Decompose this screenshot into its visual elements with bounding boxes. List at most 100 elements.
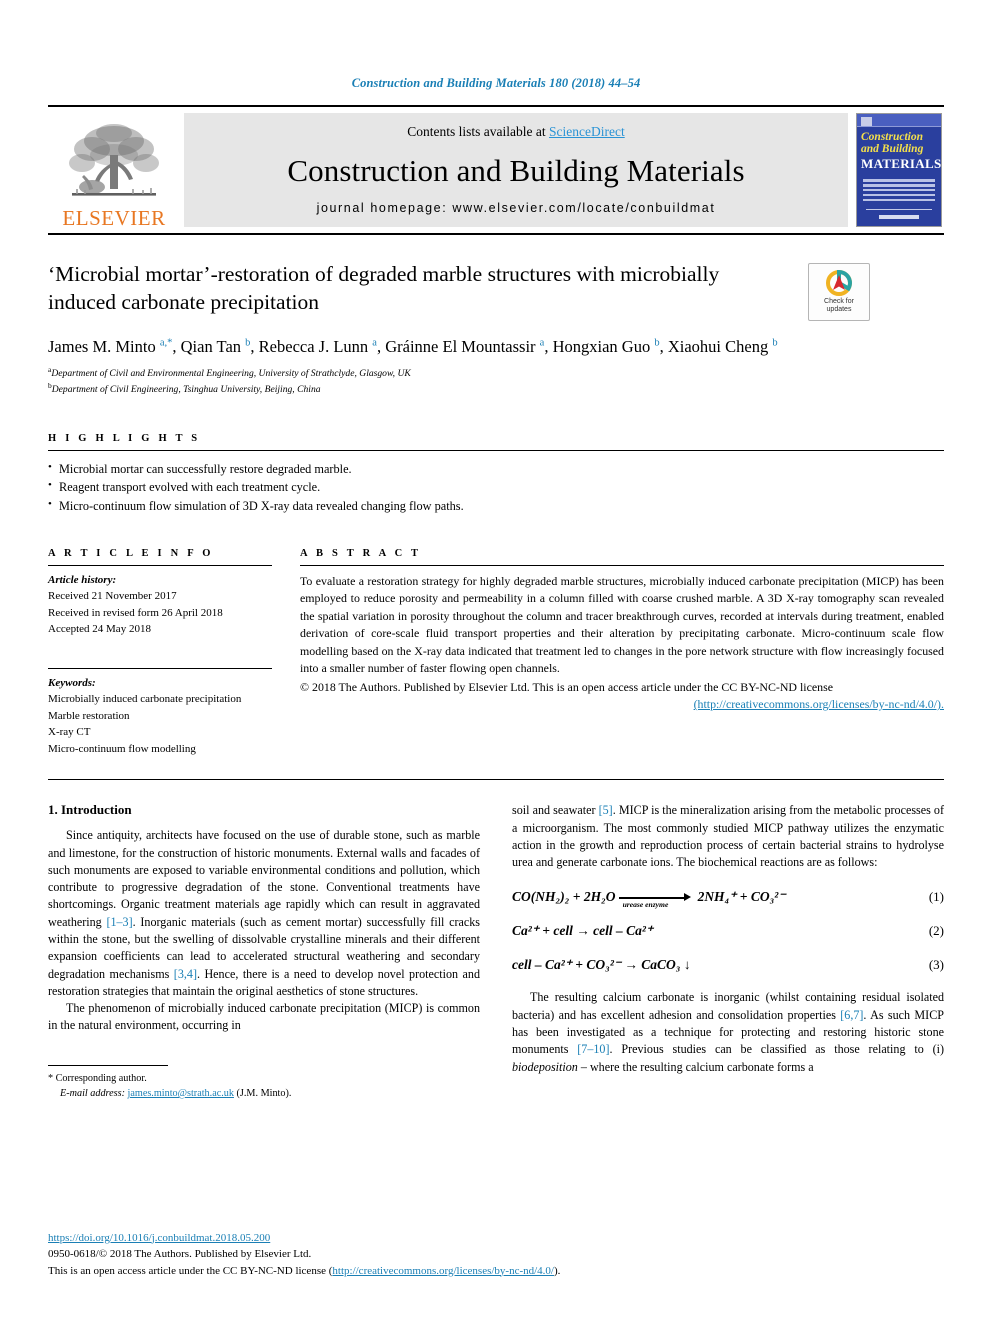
running-head: Construction and Building Materials 180 … [351,76,641,90]
abstract-section: A B S T R A C T To evaluate a restoratio… [300,548,944,758]
keyword-item: Micro-continuum flow modelling [48,742,196,755]
body-text: soil and seawater [512,803,599,818]
list-item: Microbial mortar can successfully restor… [48,459,944,479]
journal-cover-thumbnail: Construction and Building MATERIALS [856,113,942,227]
equation-3-number: (3) [928,957,944,973]
abstract-body: To evaluate a restoration strategy for h… [300,573,944,676]
license-link[interactable]: (http://creativecommons.org/licenses/by-… [694,697,944,711]
article-history-revised: Received in revised form 26 April 2018 [48,606,223,619]
info-abstract-row: A R T I C L E I N F O Article history: R… [48,548,944,758]
journal-homepage[interactable]: journal homepage: www.elsevier.com/locat… [317,201,716,215]
email-note: E-mail address: james.minto@strath.ac.uk… [48,1086,480,1101]
crossmark-badge[interactable]: Check for updates [808,263,870,321]
body-text: Since antiquity, architects have focused… [48,828,480,929]
page-footer: https://doi.org/10.1016/j.conbuildmat.20… [48,1228,668,1280]
elsevier-logo: ELSEVIER [48,107,180,233]
equation-1-lhs: CO(NH₂)₂ + 2H₂O [512,889,616,905]
section-heading-introduction: 1. Introduction [48,802,132,818]
intro-paragraph-3: soil and seawater [5]. MICP is the miner… [512,802,944,871]
equation-1-rhs: 2NH₄⁺ + CO₃²⁻ [697,889,786,905]
intro-paragraph-1: Since antiquity, architects have focused… [48,827,480,1000]
body-columns: 1. Introduction Since antiquity, archite… [48,802,944,1101]
journal-masthead: ELSEVIER Contents lists available at Sci… [48,105,944,235]
issn-copyright-line: 0950-0618/© 2018 The Authors. Published … [48,1248,312,1260]
crossmark-label: Check for updates [824,297,854,313]
equation-2-body: Ca²⁺ + cell → cell – Ca²⁺ [512,923,654,939]
corresponding-author-note: * Corresponding author. [48,1072,147,1084]
citation-link[interactable]: [5] [599,803,613,817]
abstract-heading: A B S T R A C T [300,547,422,559]
crossmark-icon [826,269,852,296]
paper-page: Construction and Building Materials 180 … [0,0,992,1323]
intro-paragraph-2: The phenomenon of microbially induced ca… [48,1000,480,1035]
equation-1-body: CO(NH₂)₂ + 2H₂O urease enzyme 2NH₄⁺ + CO₃²… [512,889,786,909]
keyword-item: X-ray CT [48,726,91,739]
affiliation-b: bDepartment of Civil Engineering, Tsingh… [48,381,944,397]
email-owner: (J.M. Minto). [236,1087,292,1099]
list-item: Reagent transport evolved with each trea… [48,477,944,497]
email-link[interactable]: james.minto@strath.ac.uk [128,1088,234,1099]
body-text: . Previous studies can be classified as … [609,1042,944,1057]
keywords-label: Keywords: [48,676,96,689]
cover-line-1: Construction [861,131,923,143]
affiliations: aDepartment of Civil and Environmental E… [48,365,944,397]
abstract-rule [300,564,944,566]
footer-license-line: This is an open access article under the… [48,1263,668,1280]
keyword-item: Microbially induced carbonate precipitat… [48,693,242,706]
equation-2-number: (2) [928,923,944,939]
contents-line: Contents lists available at ScienceDirec… [407,124,624,140]
highlights-heading: H I G H L I G H T S [48,432,201,444]
cover-line-3: MATERIALS [861,156,942,172]
elsevier-wordmark: ELSEVIER [62,206,166,230]
article-info-heading: A R T I C L E I N F O [48,547,214,559]
affiliation-text-b: Department of Civil Engineering, Tsinghu… [51,384,321,396]
elsevier-tree-icon [69,124,159,196]
citation-link[interactable]: [7–10] [577,1042,609,1056]
footer-license-link[interactable]: http://creativecommons.org/licenses/by-n… [332,1265,554,1277]
reaction-arrow-icon: urease enzyme [618,891,695,909]
highlights-section: H I G H L I G H T S Microbial mortar can… [48,433,944,516]
equation-3: cell – Ca²⁺ + CO₃²⁻ → CaCO₃ ↓ (3) [512,957,944,973]
contents-prefix: Contents lists available at [407,124,549,139]
equation-3-body: cell – Ca²⁺ + CO₃²⁻ → CaCO₃ ↓ [512,957,691,973]
doi-link[interactable]: https://doi.org/10.1016/j.conbuildmat.20… [48,1232,270,1244]
footer-license-prefix: This is an open access article under the… [48,1264,333,1277]
emphasis-text: biodeposition [512,1059,578,1074]
email-label: E-mail address: [60,1087,125,1099]
article-info-rule [48,564,272,566]
equation-1-arrow-label: urease enzyme [622,900,669,910]
citation-link[interactable]: [6,7] [840,1008,863,1022]
journal-title: Construction and Building Materials [287,152,745,188]
affiliation-a: aDepartment of Civil and Environmental E… [48,365,944,381]
author-list: James M. Minto a,*, Qian Tan b, Rebecca … [48,337,778,356]
footnote-block: * Corresponding author. E-mail address: … [48,1071,480,1102]
citation-link[interactable]: [3,4] [174,967,197,981]
cover-elsevier-mark-icon [861,117,872,126]
section-divider [48,779,944,781]
equation-2: Ca²⁺ + cell → cell – Ca²⁺ (2) [512,923,944,939]
sciencedirect-link[interactable]: ScienceDirect [549,124,625,139]
affiliation-text-a: Department of Civil and Environmental En… [51,368,411,380]
article-info-section: A R T I C L E I N F O Article history: R… [48,548,300,758]
equation-1: CO(NH₂)₂ + 2H₂O urease enzyme 2NH₄⁺ + CO₃²… [512,889,944,909]
footer-license-suffix: ). [554,1264,561,1277]
cover-line-2: and Building [861,143,924,156]
body-text: – where the resulting calcium carbonate … [577,1059,814,1074]
body-column-left: 1. Introduction Since antiquity, archite… [48,802,480,1101]
article-history-received: Received 21 November 2017 [48,590,177,603]
abstract-license-line: (http://creativecommons.org/licenses/by-… [300,696,944,714]
keywords-rule [48,667,272,669]
equation-1-number: (1) [928,889,944,905]
page-title: ‘Microbial mortar’-restoration of degrad… [48,262,720,314]
footnote-rule [48,1064,168,1066]
keyword-item: Marble restoration [48,709,130,722]
citation-link[interactable]: [1–3] [106,915,132,929]
list-item: Micro-continuum flow simulation of 3D X-… [48,496,944,516]
cover-footer [857,208,941,219]
cover-blurb [863,179,935,204]
title-row: ‘Microbial mortar’-restoration of degrad… [48,261,944,321]
article-history-accepted: Accepted 24 May 2018 [48,623,151,636]
highlights-list: Microbial mortar can successfully restor… [48,451,944,516]
abstract-copyright: © 2018 The Authors. Published by Elsevie… [300,679,834,694]
